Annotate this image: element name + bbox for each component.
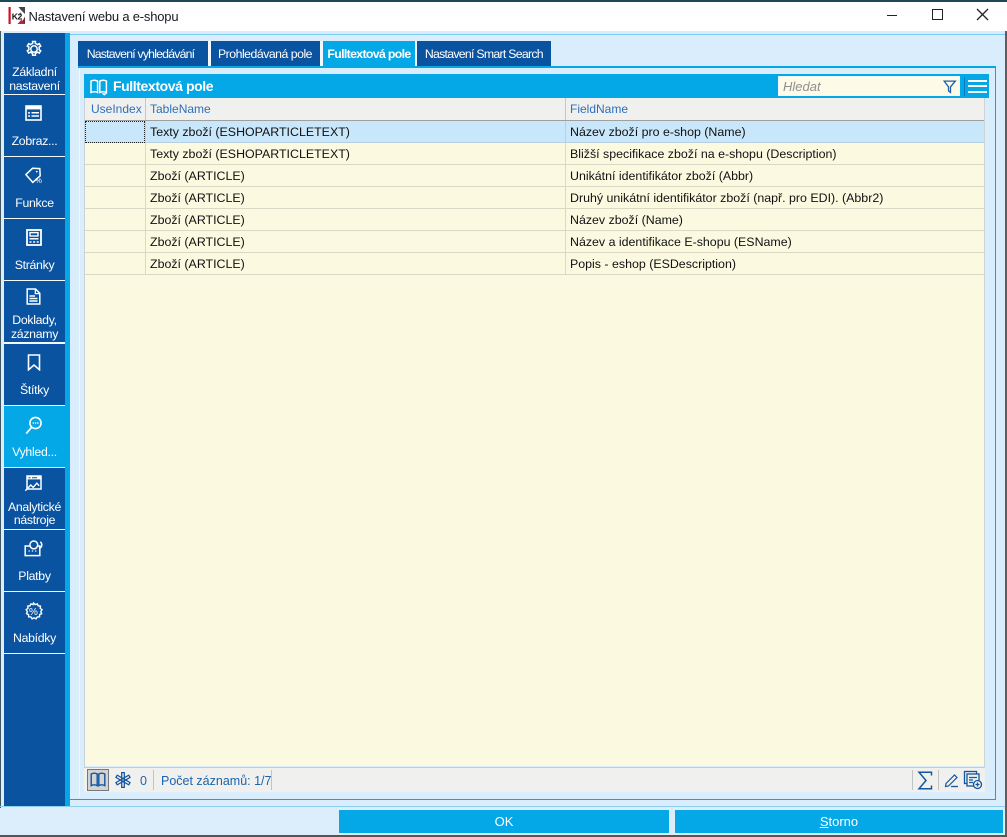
svg-text:K2: K2	[12, 11, 23, 21]
svg-text:%: %	[29, 607, 38, 618]
svg-text:%: %	[35, 176, 42, 184]
